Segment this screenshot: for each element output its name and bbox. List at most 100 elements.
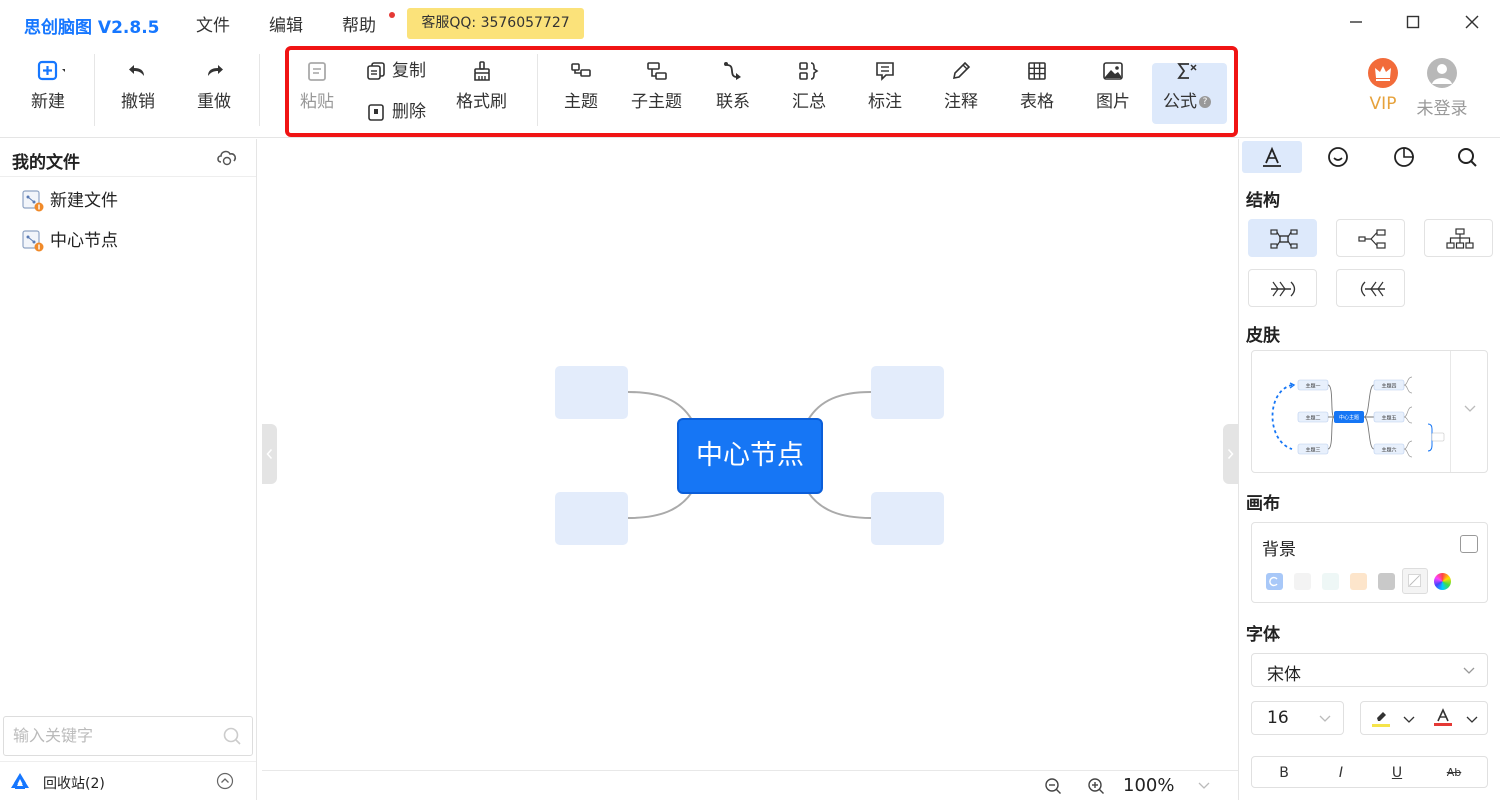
italic-button[interactable]: I xyxy=(1331,763,1351,783)
support-qq-badge[interactable]: 客服QQ: 3576057727 xyxy=(407,8,584,39)
skin-topic-3: 主题三 xyxy=(1305,447,1320,454)
structure-fishbone-right[interactable] xyxy=(1248,269,1317,307)
recycle-bin-row[interactable]: 回收站(2) xyxy=(0,761,256,800)
chevron-down-icon[interactable] xyxy=(1465,714,1479,724)
search-icon[interactable] xyxy=(222,726,242,746)
structure-heading: 结构 xyxy=(1246,191,1280,211)
structure-org-chart[interactable] xyxy=(1424,219,1493,257)
zoom-in-icon[interactable] xyxy=(1087,777,1105,795)
divider xyxy=(1450,351,1451,472)
search-icon xyxy=(1458,148,1477,167)
skin-preview: 主题一 主题二 主题三 中心主题 主题四 主题五 主题六 xyxy=(1271,376,1445,458)
swatch-mint[interactable] xyxy=(1322,573,1339,590)
branch-node[interactable] xyxy=(555,366,628,419)
mindmap-file-icon xyxy=(22,190,44,212)
vip-button[interactable]: VIP xyxy=(1366,58,1400,114)
structure-logic-right[interactable] xyxy=(1336,219,1405,257)
avatar-icon xyxy=(1427,58,1457,88)
font-color-icon[interactable] xyxy=(1433,708,1453,728)
logic-structure-icon xyxy=(1358,229,1386,249)
sidebar-header: 我的文件 xyxy=(0,139,256,177)
color-picker-icon[interactable] xyxy=(1434,573,1451,590)
toolbar-highlight-frame xyxy=(285,46,1238,137)
bold-button[interactable]: B xyxy=(1274,763,1294,783)
notification-dot xyxy=(389,12,395,18)
file-item[interactable]: 新建文件 xyxy=(22,186,118,212)
redo-button[interactable]: 重做 xyxy=(197,60,231,112)
undo-button[interactable]: 撤销 xyxy=(121,60,155,112)
vip-label: VIP xyxy=(1369,94,1397,114)
add-file-icon xyxy=(37,60,65,81)
menu-edit[interactable]: 编辑 xyxy=(269,11,303,36)
close-icon xyxy=(1465,15,1479,29)
chevron-up-icon[interactable] xyxy=(216,772,234,790)
strikethrough-button[interactable]: Ab xyxy=(1444,763,1464,783)
structure-fishbone-left[interactable] xyxy=(1336,269,1405,307)
tab-theme[interactable] xyxy=(1374,141,1434,173)
close-button[interactable] xyxy=(1462,12,1482,32)
swatch-silver[interactable] xyxy=(1378,573,1395,590)
fishbone-left-icon xyxy=(1360,281,1385,297)
new-button[interactable]: 新建 xyxy=(31,60,65,112)
highlighter-icon[interactable] xyxy=(1371,709,1391,729)
login-button[interactable]: 未登录 xyxy=(1412,58,1472,119)
skin-topic-1: 主题一 xyxy=(1305,383,1320,390)
zoom-level[interactable]: 100% xyxy=(1123,775,1174,796)
recycle-bin-label: 回收站(2) xyxy=(43,776,105,792)
font-family-select[interactable]: 宋体 xyxy=(1251,653,1488,687)
menu-help[interactable]: 帮助 xyxy=(342,11,376,36)
chevron-down-icon xyxy=(1319,715,1331,722)
structure-mindmap[interactable] xyxy=(1248,219,1317,257)
refresh-icon xyxy=(1269,576,1278,587)
underline-button[interactable]: U xyxy=(1387,763,1407,783)
cloud-sync-icon[interactable] xyxy=(216,147,238,167)
swatch-blue[interactable] xyxy=(1266,573,1283,590)
skin-topic-6: 主题六 xyxy=(1381,447,1396,454)
file-item[interactable]: 中心节点 xyxy=(22,226,118,252)
branch-node[interactable] xyxy=(555,492,628,545)
tab-search[interactable] xyxy=(1437,141,1497,173)
divider xyxy=(259,54,260,126)
canvas-heading: 画布 xyxy=(1246,494,1280,514)
minimize-button[interactable] xyxy=(1346,12,1366,32)
app-title: 思创脑图 V2.8.5 xyxy=(24,18,160,38)
file-search xyxy=(3,716,253,756)
canvas-settings: 背景 xyxy=(1251,522,1488,603)
branch-node[interactable] xyxy=(871,492,944,545)
skin-topic-4: 主题四 xyxy=(1381,383,1396,390)
properties-panel: 结构 皮肤 主题一 主题二 主题三 中心主题 主题四 主题五 主题六 画布 背景… xyxy=(1238,139,1500,800)
title-bar: 思创脑图 V2.8.5 文件 编辑 帮助 客服QQ: 3576057727 xyxy=(0,0,1500,44)
chevron-down-icon[interactable] xyxy=(1463,403,1477,413)
collapse-right-handle[interactable] xyxy=(1223,424,1238,484)
chevron-down-icon[interactable] xyxy=(1402,714,1416,724)
swatch-none[interactable] xyxy=(1402,568,1428,594)
zoom-out-icon[interactable] xyxy=(1044,777,1062,795)
maximize-button[interactable] xyxy=(1403,12,1423,32)
text-style-icon xyxy=(1263,146,1281,167)
fishbone-right-icon xyxy=(1271,281,1296,297)
chevron-down-icon[interactable] xyxy=(1197,779,1211,791)
collapse-left-handle[interactable] xyxy=(262,424,277,484)
divider xyxy=(94,54,95,126)
search-input[interactable] xyxy=(13,717,213,753)
center-node[interactable]: 中心节点 xyxy=(677,418,823,494)
menu-file[interactable]: 文件 xyxy=(196,11,230,36)
branch-node[interactable] xyxy=(871,366,944,419)
tab-style[interactable] xyxy=(1242,141,1302,173)
tab-icons[interactable] xyxy=(1308,141,1368,173)
font-size-select[interactable]: 16 xyxy=(1251,701,1344,735)
swatch-gray[interactable] xyxy=(1294,573,1311,590)
background-checkbox[interactable] xyxy=(1460,535,1478,553)
no-color-icon xyxy=(1408,574,1421,587)
chevron-left-icon xyxy=(266,449,273,459)
org-chart-icon xyxy=(1446,228,1474,249)
text-color-group xyxy=(1360,701,1488,735)
swatch-peach[interactable] xyxy=(1350,573,1367,590)
smiley-icon xyxy=(1328,147,1348,167)
new-label: 新建 xyxy=(31,92,65,112)
theme-icon xyxy=(1394,147,1414,167)
status-bar: 100% xyxy=(262,770,1238,800)
skin-selector[interactable]: 主题一 主题二 主题三 中心主题 主题四 主题五 主题六 xyxy=(1251,350,1488,473)
mindmap-file-icon xyxy=(22,230,44,252)
minimize-icon xyxy=(1350,21,1362,23)
